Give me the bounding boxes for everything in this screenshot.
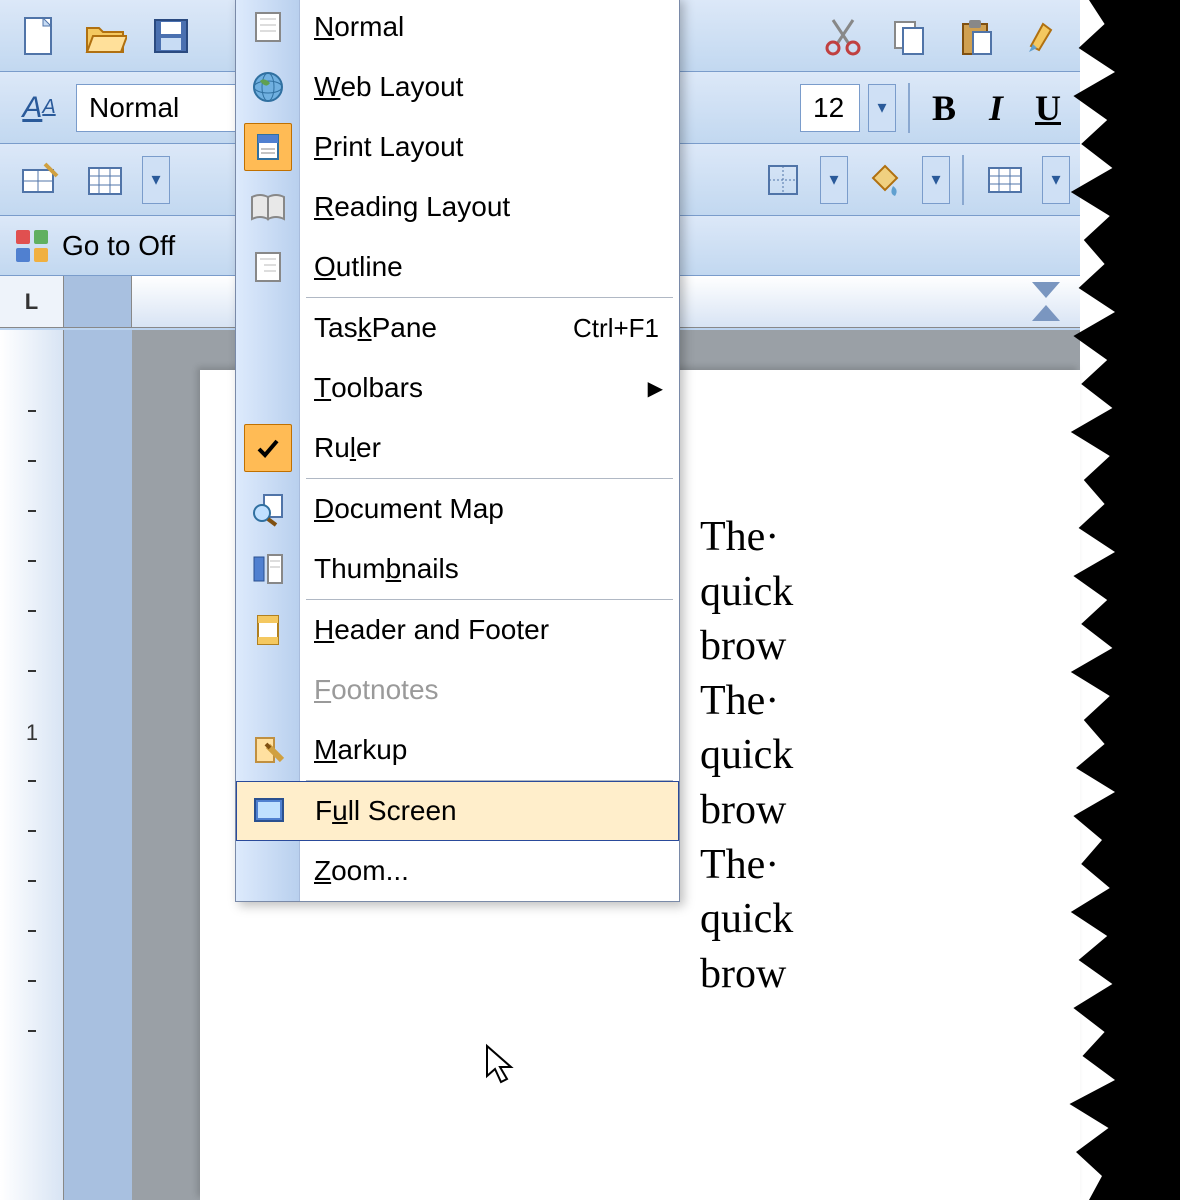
font-size-dropdown-arrow[interactable]: ▾ bbox=[868, 84, 896, 132]
menu-full-screen[interactable]: Full Screen bbox=[236, 781, 679, 841]
menu-task-pane[interactable]: Task Pane Ctrl+F1 bbox=[236, 298, 679, 358]
menu-reading-layout[interactable]: Reading Layout bbox=[236, 177, 679, 237]
doc-line: The· bbox=[700, 510, 1080, 565]
doc-line: The· bbox=[700, 838, 1080, 893]
menu-header-footer[interactable]: Header and Footer bbox=[236, 600, 679, 660]
menu-ruler[interactable]: Ruler bbox=[236, 418, 679, 478]
doc-line: quick bbox=[700, 892, 1080, 947]
page-gutter bbox=[64, 330, 132, 1200]
menu-outline[interactable]: Outline bbox=[236, 237, 679, 297]
font-size-selector[interactable]: 12 bbox=[800, 84, 860, 132]
style-selector[interactable]: Normal bbox=[76, 84, 236, 132]
toolbar-divider-2 bbox=[962, 155, 964, 205]
menu-zoom[interactable]: Zoom... bbox=[236, 841, 679, 901]
menu-web-layout[interactable]: Web Layout bbox=[236, 57, 679, 117]
draw-table-button[interactable] bbox=[10, 151, 68, 209]
doc-line: brow bbox=[700, 947, 1080, 1002]
menu-thumbnails[interactable]: Thumbnails bbox=[236, 539, 679, 599]
borders-button[interactable] bbox=[754, 151, 812, 209]
table-grid-dropdown-arrow[interactable]: ▾ bbox=[1042, 156, 1070, 204]
bold-button[interactable]: B bbox=[922, 87, 966, 129]
menu-document-map[interactable]: Document Map bbox=[236, 479, 679, 539]
submenu-arrow-icon: ▶ bbox=[648, 376, 663, 401]
check-icon bbox=[244, 424, 292, 472]
header-footer-icon bbox=[244, 606, 292, 654]
doc-line: quick bbox=[700, 728, 1080, 783]
toolbar-divider bbox=[908, 83, 910, 133]
print-layout-icon bbox=[244, 123, 292, 171]
insert-table-button[interactable] bbox=[76, 151, 134, 209]
book-icon bbox=[244, 183, 292, 231]
thumbnails-icon bbox=[244, 545, 292, 593]
menu-print-layout[interactable]: Print Layout bbox=[236, 117, 679, 177]
open-button[interactable] bbox=[76, 7, 134, 65]
copy-button[interactable] bbox=[880, 7, 938, 65]
italic-button[interactable]: I bbox=[974, 87, 1018, 129]
menu-normal[interactable]: Normal bbox=[236, 0, 679, 57]
underline-button[interactable]: U bbox=[1026, 87, 1070, 129]
cut-button[interactable] bbox=[814, 7, 872, 65]
menu-toolbars[interactable]: Toolbars ▶ bbox=[236, 358, 679, 418]
magnifier-icon bbox=[244, 485, 292, 533]
shading-button[interactable] bbox=[856, 151, 914, 209]
view-menu: Normal Web Layout Print Layout Reading L… bbox=[235, 0, 680, 902]
doc-line: The· bbox=[700, 674, 1080, 729]
table-dropdown-arrow[interactable]: ▾ bbox=[142, 156, 170, 204]
ruler-margin bbox=[64, 276, 132, 327]
shortcut-label: Ctrl+F1 bbox=[573, 313, 659, 344]
paste-button[interactable] bbox=[946, 7, 1004, 65]
outline-icon bbox=[244, 243, 292, 291]
globe-icon bbox=[244, 63, 292, 111]
borders-dropdown-arrow[interactable]: ▾ bbox=[820, 156, 848, 204]
app-window: AA Normal ▾ 12 ▾ B I U ▾ ▾ ▾ ▾ bbox=[0, 0, 1080, 1200]
styles-button[interactable]: AA bbox=[10, 79, 68, 137]
table-grid-button[interactable] bbox=[976, 151, 1034, 209]
format-painter-button[interactable] bbox=[1012, 7, 1070, 65]
new-doc-button[interactable] bbox=[10, 7, 68, 65]
office-logo-icon bbox=[12, 226, 52, 266]
save-button[interactable] bbox=[142, 7, 200, 65]
menu-markup[interactable]: Markup bbox=[236, 720, 679, 780]
go-to-office-link[interactable]: Go to Off bbox=[62, 230, 175, 262]
doc-line: brow bbox=[700, 783, 1080, 838]
page-icon bbox=[244, 3, 292, 51]
fullscreen-icon bbox=[245, 787, 293, 835]
doc-line: brow bbox=[700, 619, 1080, 674]
ruler-corner[interactable]: L bbox=[0, 276, 64, 327]
vertical-ruler[interactable]: 1 bbox=[0, 330, 64, 1200]
doc-line: quick bbox=[700, 565, 1080, 620]
shading-dropdown-arrow[interactable]: ▾ bbox=[922, 156, 950, 204]
menu-footnotes: Footnotes bbox=[236, 660, 679, 720]
markup-icon bbox=[244, 726, 292, 774]
